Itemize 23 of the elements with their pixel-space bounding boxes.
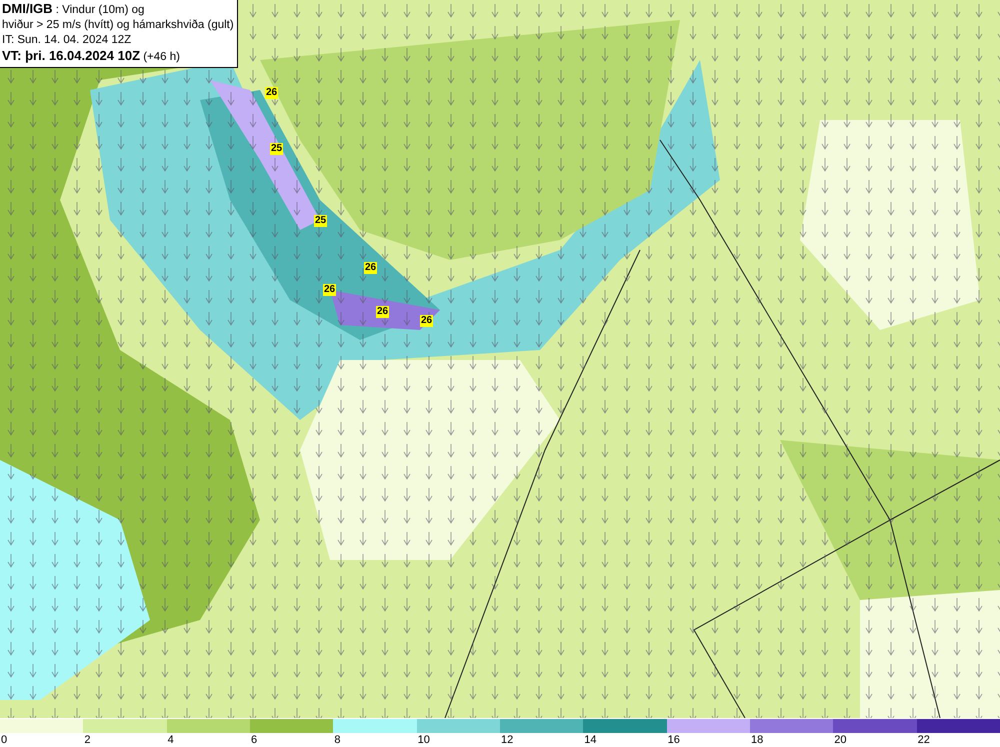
legend-tick-label: 16 xyxy=(666,733,681,747)
gust-label: 25 xyxy=(270,143,284,155)
gust-label: 26 xyxy=(265,87,278,99)
legend-tick-label: 18 xyxy=(750,733,764,747)
info-text: hviður > 25 m/s (hvítt) og hámarkshviða (gult) xyxy=(2,18,234,33)
legend-tick-label: 4 xyxy=(166,733,175,747)
gust-label: 26 xyxy=(376,306,390,318)
legend-tick-label: 12 xyxy=(500,733,514,747)
legend-tick-label: 2 xyxy=(83,733,92,747)
info-text: VT: þri. 16.04.2024 10Z (+46 h) xyxy=(2,48,181,65)
legend-tick-label: 0 xyxy=(0,733,8,747)
legend-tick-label: 6 xyxy=(250,733,258,747)
legend-tick-label: 10 xyxy=(416,733,431,747)
legend-tick-label: 8 xyxy=(333,733,342,747)
gust-label: 26 xyxy=(323,284,336,296)
legend-tick-label: 22 xyxy=(916,733,931,747)
gust-label: 25 xyxy=(314,215,328,227)
gust-label: 26 xyxy=(364,262,378,274)
legend-tick-label: 20 xyxy=(833,733,848,747)
legend-tick-label: 14 xyxy=(583,733,598,747)
info-text: DMI/IGB : Vindur (10m) og xyxy=(2,1,146,18)
info-text: IT: Sun. 14. 04. 2024 12Z xyxy=(2,33,132,48)
gust-label: 26 xyxy=(420,315,434,327)
